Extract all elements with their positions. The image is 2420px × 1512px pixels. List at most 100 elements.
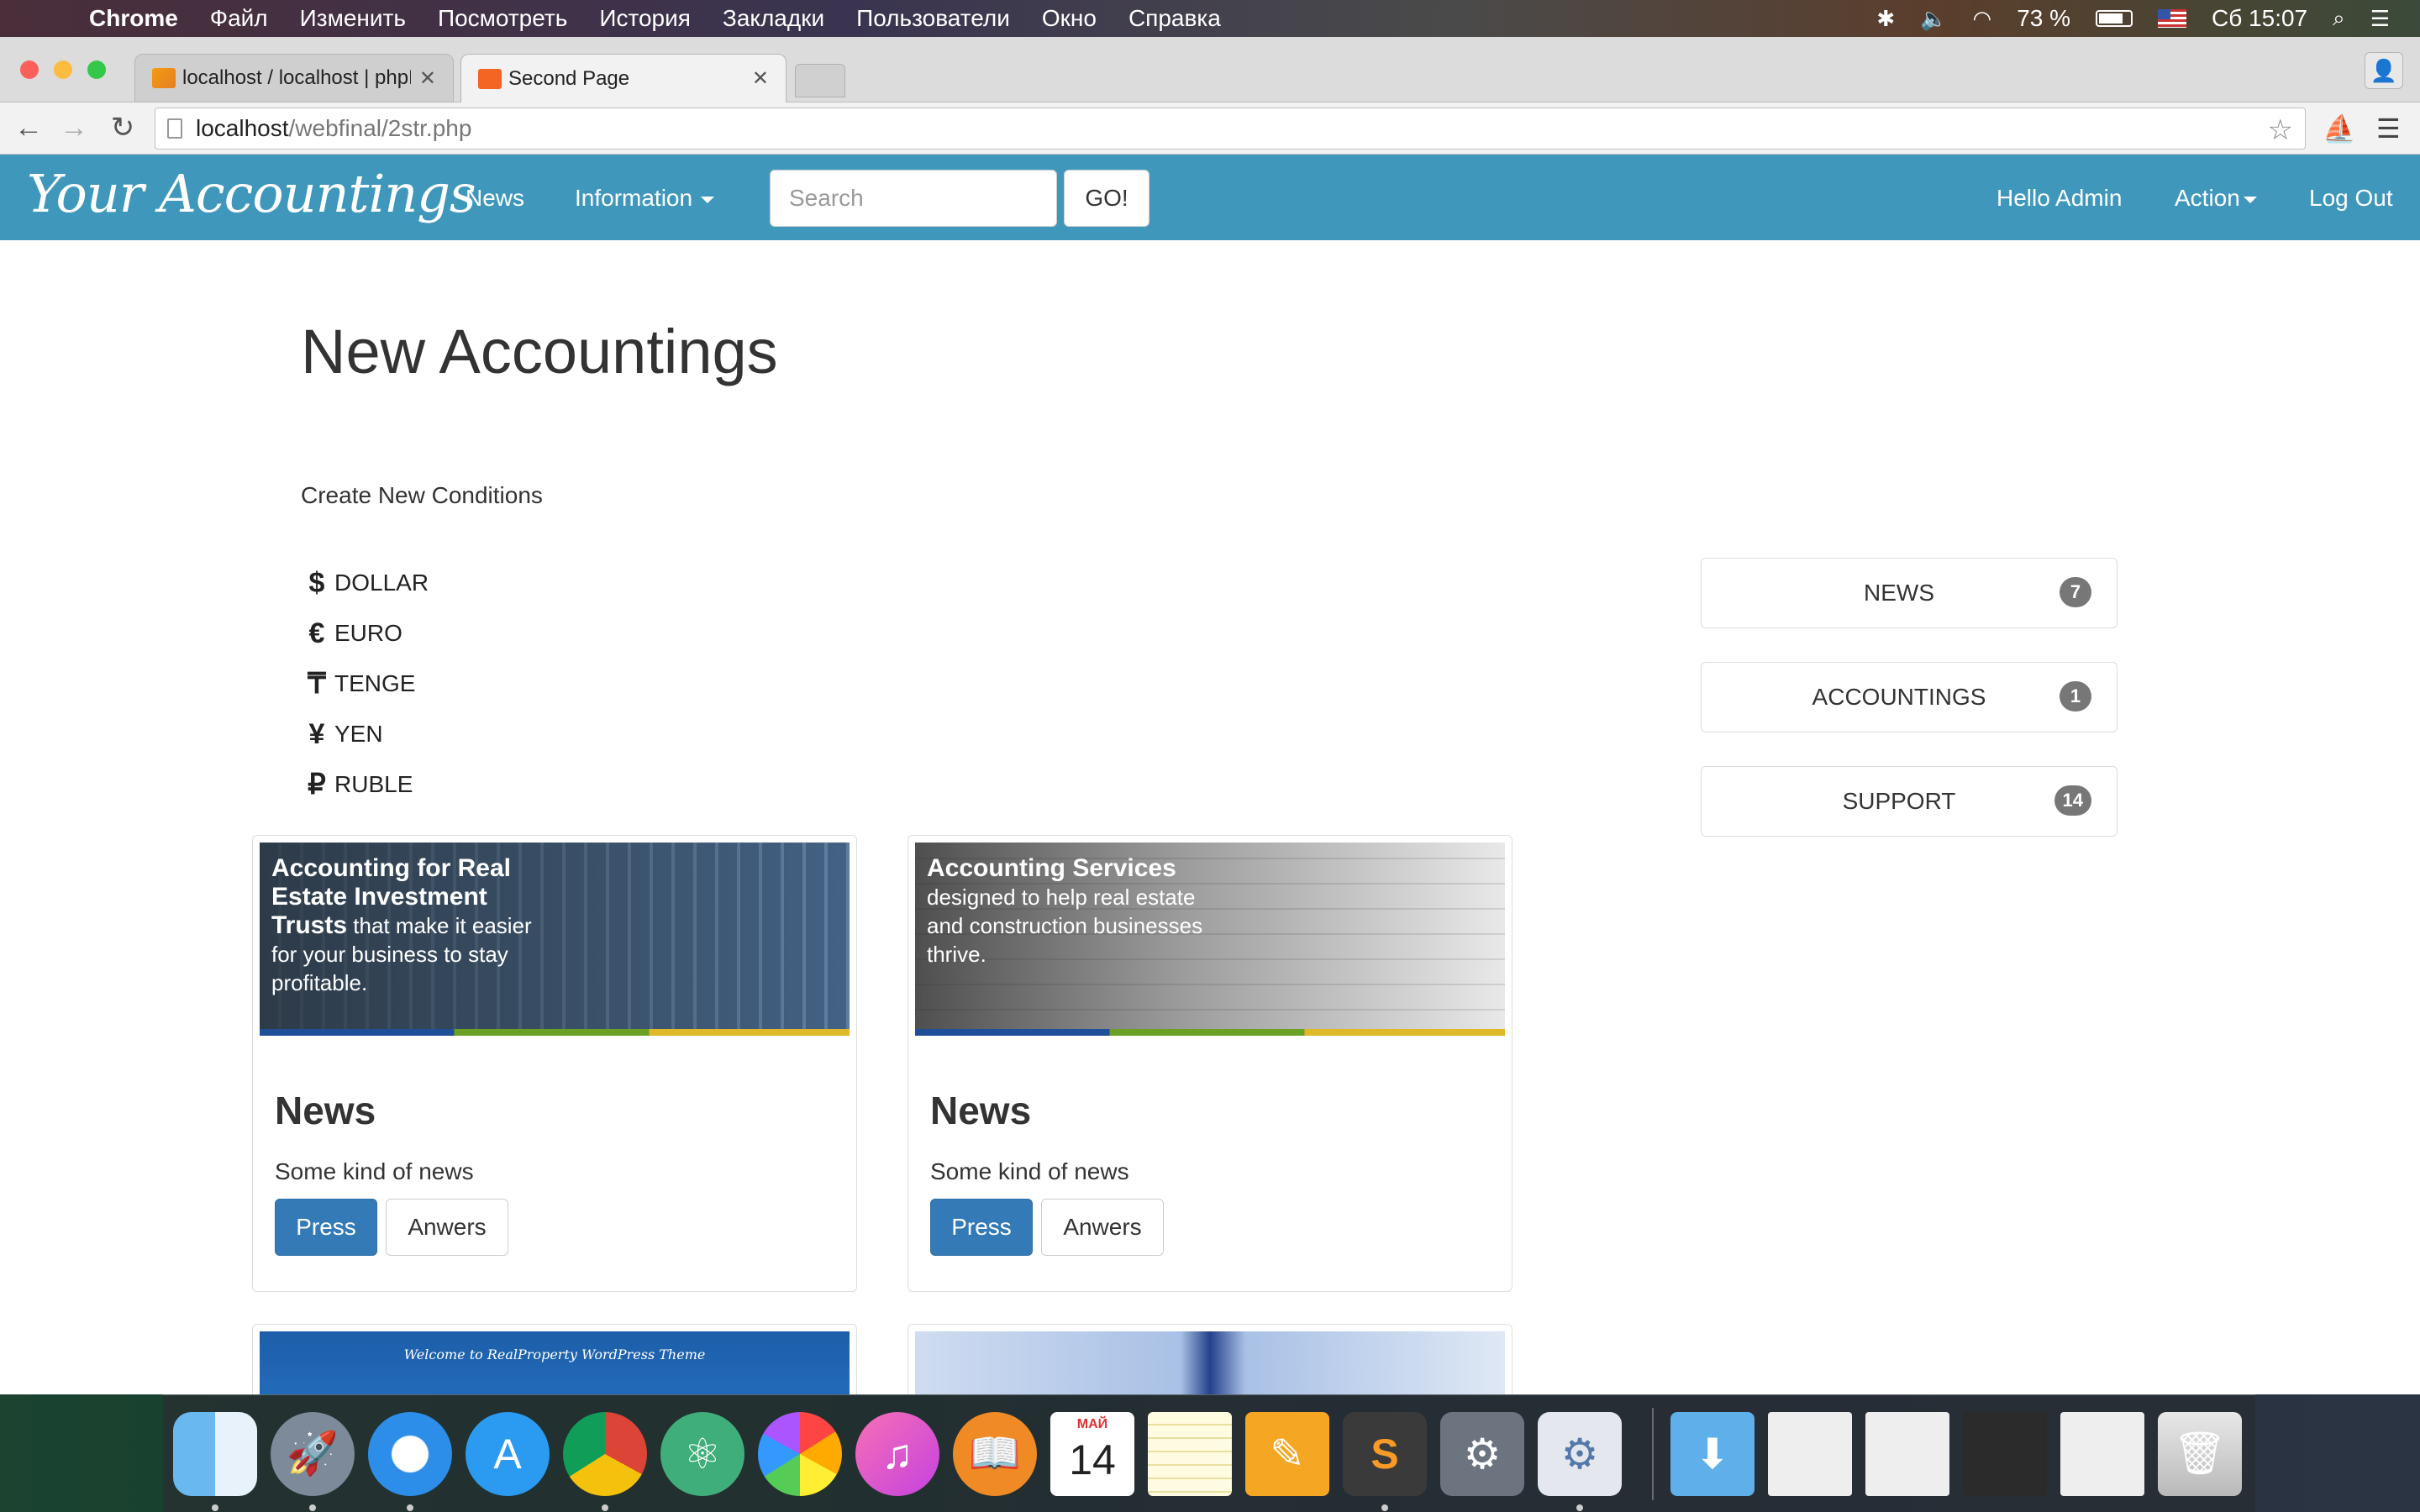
input-source-flag-icon[interactable]	[2158, 9, 2187, 28]
currency-item-tenge[interactable]: ₸ TENGE	[301, 659, 429, 709]
chrome-icon[interactable]	[563, 1411, 647, 1511]
menu-history[interactable]: История	[599, 5, 691, 32]
xampp-favicon-icon	[478, 68, 502, 89]
menu-clock[interactable]: Сб 15:07	[2212, 5, 2307, 32]
currency-item-yen[interactable]: ¥ YEN	[301, 709, 429, 759]
calendar-month: МАЙ	[1076, 1416, 1108, 1431]
answers-button[interactable]: Anwers	[1041, 1199, 1164, 1256]
launchpad-icon[interactable]: 🚀	[271, 1411, 355, 1511]
side-item-news[interactable]: NEWS 7	[1701, 558, 2118, 628]
minimized-window-thumbnail[interactable]	[2060, 1411, 2144, 1496]
answers-button[interactable]: Anwers	[386, 1199, 508, 1256]
nav-news-link[interactable]: News	[466, 185, 524, 212]
side-item-support[interactable]: SUPPORT 14	[1701, 766, 2118, 837]
count-badge: 7	[2060, 577, 2091, 607]
currency-label: YEN	[334, 721, 383, 747]
currency-item-dollar[interactable]: $ DOLLAR	[301, 558, 429, 608]
notification-center-icon[interactable]: ☰	[2370, 6, 2390, 32]
minimized-window-thumbnail[interactable]	[1768, 1411, 1852, 1496]
sublime-text-icon[interactable]: S	[1343, 1411, 1427, 1511]
mac-menu-bar: Chrome Файл Изменить Посмотреть История …	[0, 0, 2420, 37]
currency-label: TENGE	[334, 670, 416, 696]
spotlight-search-icon[interactable]: ⌕	[2333, 5, 2345, 32]
tab-title: localhost / localhost | phpMyAdmin	[182, 66, 411, 89]
battery-percent[interactable]: 73 %	[2017, 5, 2070, 32]
calendar-icon[interactable]: МАЙ 14	[1050, 1411, 1134, 1496]
menu-window[interactable]: Окно	[1042, 5, 1097, 32]
bluetooth-icon[interactable]: ✱	[1876, 6, 1895, 32]
search-go-button[interactable]: GO!	[1064, 170, 1150, 227]
close-tab-icon[interactable]: ✕	[752, 66, 769, 91]
thumbnail-heading: Welcome to RealProperty WordPress Theme	[403, 1347, 706, 1362]
menu-edit[interactable]: Изменить	[300, 5, 406, 32]
itunes-icon[interactable]: ♫	[855, 1411, 939, 1496]
settings-icon[interactable]: ⚙	[1538, 1411, 1622, 1511]
back-arrow-icon[interactable]: ←	[12, 111, 45, 144]
browser-window: localhost / localhost | phpMyAdmin ✕ Sec…	[0, 37, 2420, 1394]
trash-icon[interactable]: 🗑	[2158, 1411, 2242, 1496]
news-card: Welcome to RealProperty WordPress Theme	[252, 1324, 857, 1394]
zoom-window-button[interactable]	[87, 60, 106, 79]
safari-icon[interactable]	[368, 1411, 452, 1511]
currency-item-euro[interactable]: € EURO	[301, 608, 429, 659]
nav-hello-admin[interactable]: Hello Admin	[1996, 185, 2122, 212]
minimized-window-thumbnail[interactable]	[1865, 1411, 1949, 1496]
tab-second-page[interactable]: Second Page ✕	[460, 54, 786, 102]
news-card: Accounting Services designed to help real…	[908, 835, 1512, 1292]
nav-information-dropdown[interactable]: Information	[575, 185, 715, 212]
volume-icon[interactable]: 🔈	[1920, 6, 1947, 32]
reload-icon[interactable]: ↻	[106, 111, 139, 144]
forward-arrow-icon[interactable]: →	[57, 111, 91, 144]
close-window-button[interactable]	[20, 60, 39, 79]
minimized-window-thumbnail[interactable]	[1963, 1411, 2047, 1496]
search-input[interactable]	[770, 170, 1057, 227]
ibooks-icon[interactable]: 📖	[953, 1411, 1037, 1496]
menu-view[interactable]: Посмотреть	[438, 5, 567, 32]
extension-icon[interactable]: ⛵	[2323, 113, 2356, 144]
euro-icon: €	[308, 617, 325, 649]
tab-strip: localhost / localhost | phpMyAdmin ✕ Sec…	[0, 37, 2420, 102]
currency-list: $ DOLLAR € EURO ₸ TENGE ¥ YEN ₽ RUBLE	[301, 558, 429, 810]
close-tab-icon[interactable]: ✕	[419, 66, 436, 91]
menu-app-name[interactable]: Chrome	[89, 5, 178, 32]
minimize-window-button[interactable]	[54, 60, 72, 79]
side-item-accountings[interactable]: ACCOUNTINGS 1	[1701, 662, 2118, 732]
press-button[interactable]: Press	[275, 1199, 377, 1256]
menu-extras: ✱ 🔈 ◠ 73 % Сб 15:07 ⌕ ☰	[1876, 0, 2390, 37]
url-path: /webfinal/2str.php	[288, 115, 472, 141]
system-preferences-icon[interactable]: ⚙	[1440, 1411, 1524, 1496]
tenge-icon: ₸	[308, 668, 326, 700]
currency-item-ruble[interactable]: ₽ RUBLE	[301, 759, 429, 810]
notes-icon[interactable]	[1148, 1411, 1232, 1496]
address-bar[interactable]: localhost/webfinal/2str.php ☆	[155, 108, 2306, 150]
site-brand-logo[interactable]: Your Accountings	[27, 163, 476, 224]
new-tab-button[interactable]	[795, 64, 845, 97]
menu-file[interactable]: Файл	[210, 5, 268, 32]
menu-help[interactable]: Справка	[1128, 5, 1221, 32]
mac-dock: 🚀 A ⚛ ♫ 📖 МАЙ 14 ✎ S ⚙ ⚙ ⬇ 🗑	[163, 1394, 2255, 1512]
downloads-folder-icon[interactable]: ⬇	[1670, 1411, 1754, 1496]
menu-bookmarks[interactable]: Закладки	[723, 5, 824, 32]
atom-icon[interactable]: ⚛	[660, 1411, 744, 1496]
bookmark-star-icon[interactable]: ☆	[2268, 113, 2293, 147]
photos-icon[interactable]	[758, 1411, 842, 1496]
dollar-icon: $	[308, 566, 325, 599]
count-badge: 14	[2054, 785, 2091, 816]
page-title: New Accountings	[301, 317, 778, 386]
nav-action-dropdown[interactable]: Action	[2175, 185, 2257, 212]
tab-title: Second Page	[508, 66, 630, 90]
app-store-icon[interactable]: A	[466, 1411, 550, 1496]
page-icon	[167, 118, 182, 139]
chrome-menu-icon[interactable]: ☰	[2376, 113, 2401, 144]
finder-icon[interactable]	[173, 1411, 257, 1511]
yen-icon: ¥	[308, 717, 325, 750]
wifi-icon[interactable]: ◠	[1973, 6, 1992, 32]
nav-logout-link[interactable]: Log Out	[2309, 185, 2393, 212]
profile-icon[interactable]: 👤	[2365, 52, 2403, 89]
press-button[interactable]: Press	[930, 1199, 1033, 1256]
battery-icon[interactable]	[2096, 10, 2133, 27]
menu-people[interactable]: Пользователи	[856, 5, 1010, 32]
tab-phpmyadmin[interactable]: localhost / localhost | phpMyAdmin ✕	[134, 54, 454, 102]
pages-icon[interactable]: ✎	[1245, 1411, 1329, 1496]
news-card	[908, 1324, 1512, 1394]
